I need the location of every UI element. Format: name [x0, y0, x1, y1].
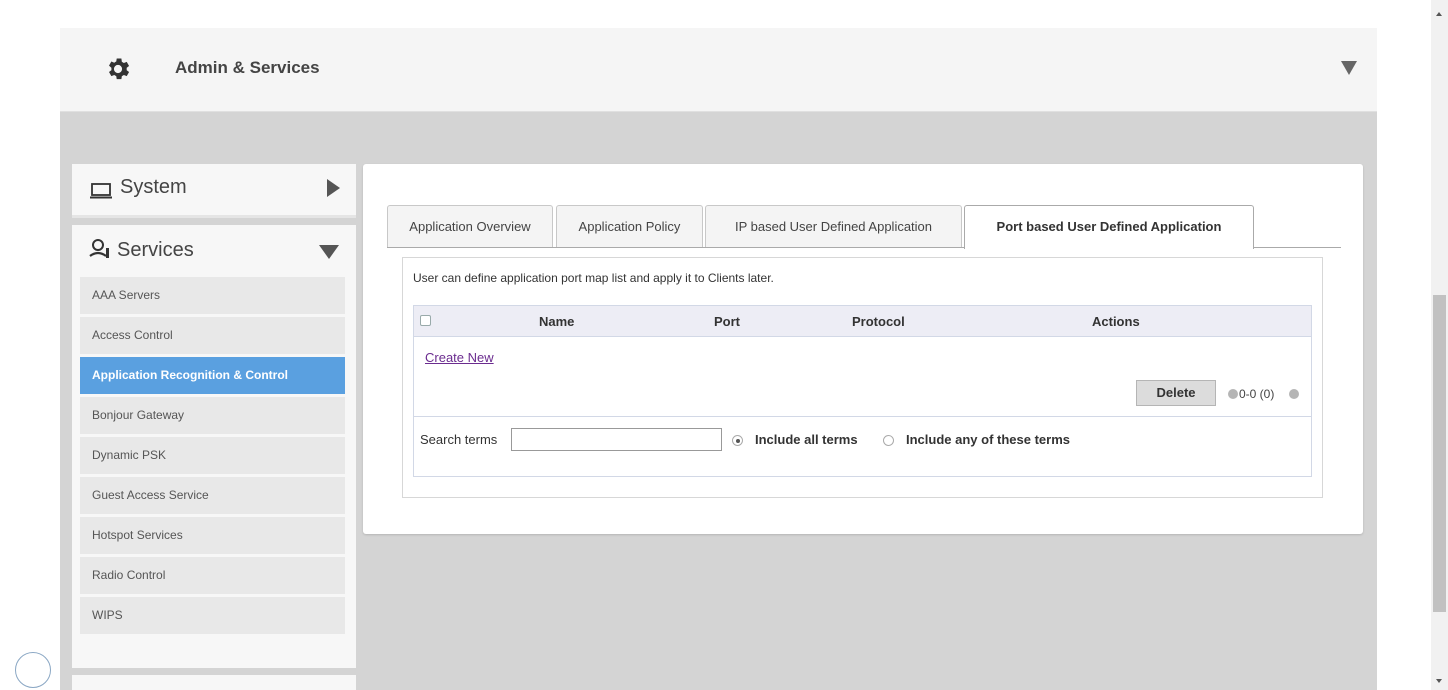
- panel-description: User can define application port map lis…: [413, 271, 774, 285]
- expand-arrow-icon[interactable]: [327, 179, 340, 197]
- column-header-actions: Actions: [1092, 314, 1140, 329]
- sidebar-item-guest-access[interactable]: Guest Access Service: [80, 477, 345, 514]
- help-circle-icon[interactable]: [15, 652, 51, 688]
- header-collapse-icon[interactable]: [1341, 61, 1357, 75]
- column-header-port[interactable]: Port: [714, 314, 740, 329]
- include-any-terms-radio[interactable]: [883, 435, 894, 446]
- delete-button[interactable]: Delete: [1136, 380, 1216, 406]
- sidebar-item-application-recognition[interactable]: Application Recognition & Control: [80, 357, 345, 394]
- scrollbar-thumb[interactable]: [1433, 295, 1446, 612]
- sidebar-item-dynamic-psk[interactable]: Dynamic PSK: [80, 437, 345, 474]
- sidebar-item-aaa-servers[interactable]: AAA Servers: [80, 277, 345, 314]
- include-all-terms-radio[interactable]: [732, 435, 743, 446]
- pager-count: 0-0 (0): [1239, 387, 1275, 401]
- sidebar-item-access-control[interactable]: Access Control: [80, 317, 345, 354]
- sidebar-services-label[interactable]: Services: [117, 239, 194, 262]
- pager-next-icon[interactable]: [1289, 389, 1299, 399]
- select-all-checkbox[interactable]: [420, 315, 431, 326]
- collapse-arrow-icon[interactable]: [319, 245, 339, 259]
- tab-port-based-user-defined[interactable]: Port based User Defined Application: [964, 205, 1254, 249]
- page: Admin & Services System Services AAA Ser…: [0, 0, 1448, 690]
- tab-application-policy[interactable]: Application Policy: [556, 205, 703, 248]
- column-header-protocol[interactable]: Protocol: [852, 314, 905, 329]
- pager-prev-icon[interactable]: [1228, 389, 1238, 399]
- create-new-link[interactable]: Create New: [425, 350, 494, 365]
- services-icon: [89, 239, 109, 258]
- scroll-up-arrow-icon[interactable]: [1436, 12, 1442, 16]
- include-all-terms-label[interactable]: Include all terms: [755, 432, 858, 447]
- tab-application-overview[interactable]: Application Overview: [387, 205, 553, 248]
- sidebar-item-hotspot-services[interactable]: Hotspot Services: [80, 517, 345, 554]
- tab-ip-based-user-defined[interactable]: IP based User Defined Application: [705, 205, 962, 248]
- sidebar-section-next[interactable]: [72, 675, 356, 690]
- include-any-terms-label[interactable]: Include any of these terms: [906, 432, 1070, 447]
- sidebar-item-bonjour-gateway[interactable]: Bonjour Gateway: [80, 397, 345, 434]
- gear-icon: [109, 58, 130, 80]
- monitor-icon: [90, 183, 112, 199]
- column-header-name[interactable]: Name: [539, 314, 574, 329]
- search-terms-input[interactable]: [511, 428, 722, 451]
- scroll-down-arrow-icon[interactable]: [1436, 679, 1442, 683]
- sidebar-item-radio-control[interactable]: Radio Control: [80, 557, 345, 594]
- sidebar-system-label: System: [120, 176, 187, 198]
- search-terms-label: Search terms: [420, 432, 498, 447]
- sidebar-item-wips[interactable]: WIPS: [80, 597, 345, 634]
- sidebar-section-system[interactable]: System: [72, 164, 356, 218]
- search-divider: [414, 416, 1311, 417]
- page-title: Admin & Services: [175, 58, 320, 77]
